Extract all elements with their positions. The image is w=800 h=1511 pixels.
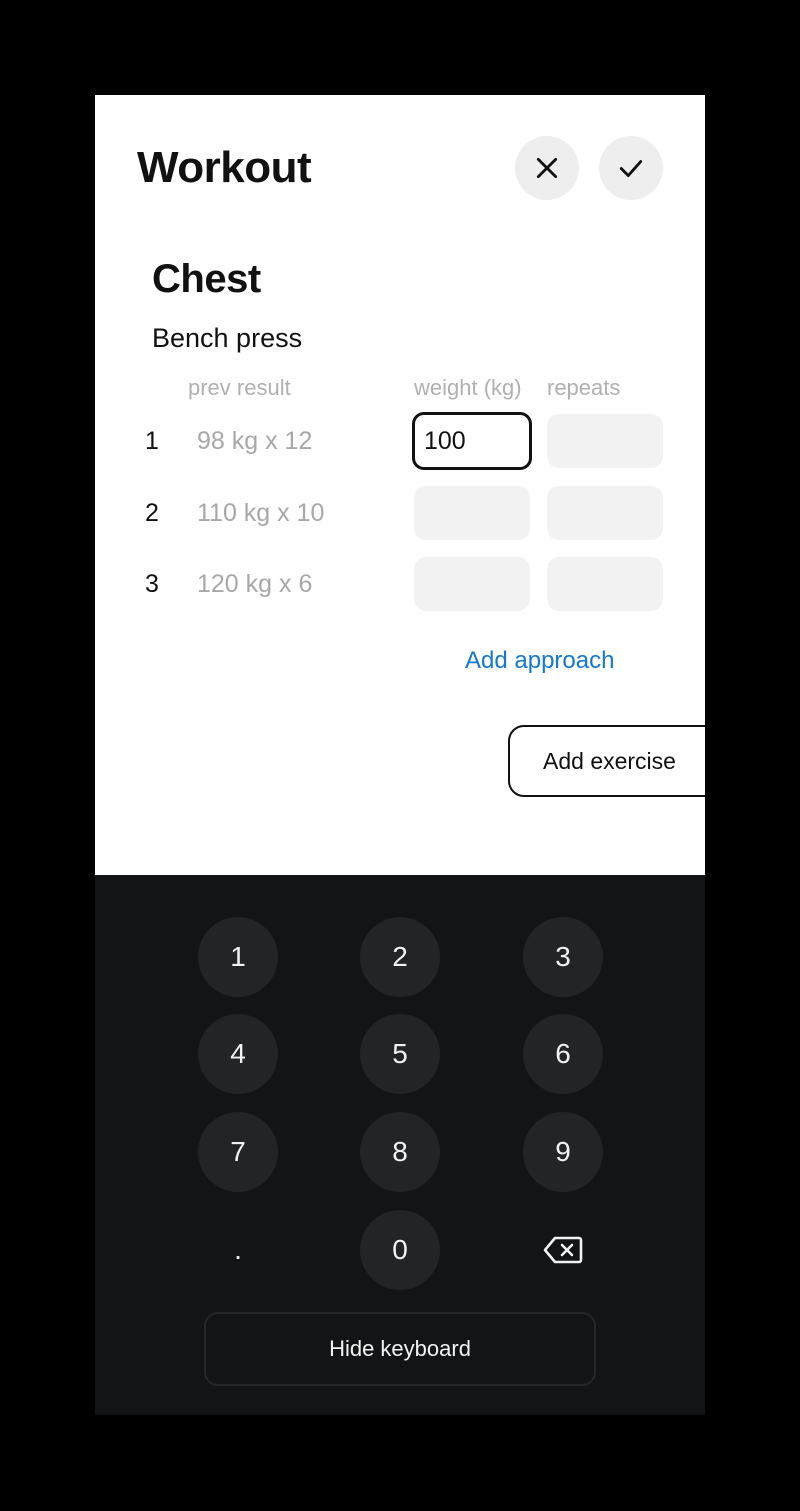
page-title: Workout (137, 143, 312, 192)
column-header-prev: prev result (188, 375, 291, 400)
approach-row: 2 110 kg x 10 (95, 486, 705, 542)
approach-number: 2 (145, 499, 159, 527)
approach-number: 3 (145, 570, 159, 598)
weight-input[interactable] (414, 557, 530, 611)
exercise-name: Bench press (152, 323, 303, 353)
confirm-button[interactable] (599, 136, 663, 200)
key-0[interactable]: 0 (360, 1210, 440, 1290)
approach-row: 1 98 kg x 12 100 (95, 412, 705, 470)
key-decimal[interactable]: . (198, 1210, 278, 1290)
approach-row: 3 120 kg x 6 (95, 557, 705, 613)
backspace-button[interactable] (523, 1210, 603, 1290)
prev-result: 120 kg x 6 (197, 570, 313, 598)
key-5[interactable]: 5 (360, 1014, 440, 1094)
key-3[interactable]: 3 (523, 917, 603, 997)
key-2[interactable]: 2 (360, 917, 440, 997)
repeats-input[interactable] (547, 486, 663, 540)
column-header-weight: weight (kg) (414, 375, 522, 400)
column-header-repeats: repeats (547, 375, 621, 400)
key-7[interactable]: 7 (198, 1112, 278, 1192)
key-8[interactable]: 8 (360, 1112, 440, 1192)
weight-input[interactable]: 100 (412, 412, 532, 470)
backspace-icon (543, 1236, 583, 1264)
workout-screen: Workout Chest Bench press prev result we… (95, 95, 705, 1415)
approach-number: 1 (145, 427, 159, 455)
repeats-input[interactable] (547, 414, 663, 468)
add-exercise-button[interactable]: Add exercise (508, 725, 705, 797)
weight-input[interactable] (414, 486, 530, 540)
numeric-keyboard: 1 2 3 4 5 6 7 8 9 . 0 Hide keyboard (95, 875, 705, 1415)
key-9[interactable]: 9 (523, 1112, 603, 1192)
hide-keyboard-button[interactable]: Hide keyboard (204, 1312, 596, 1386)
section-title: Chest (152, 257, 261, 301)
close-icon (536, 157, 558, 179)
key-4[interactable]: 4 (198, 1014, 278, 1094)
prev-result: 110 kg x 10 (197, 499, 325, 527)
key-1[interactable]: 1 (198, 917, 278, 997)
checkmark-icon (619, 160, 643, 177)
close-button[interactable] (515, 136, 579, 200)
repeats-input[interactable] (547, 557, 663, 611)
prev-result: 98 kg x 12 (197, 427, 313, 455)
add-approach-link[interactable]: Add approach (465, 647, 614, 675)
key-6[interactable]: 6 (523, 1014, 603, 1094)
